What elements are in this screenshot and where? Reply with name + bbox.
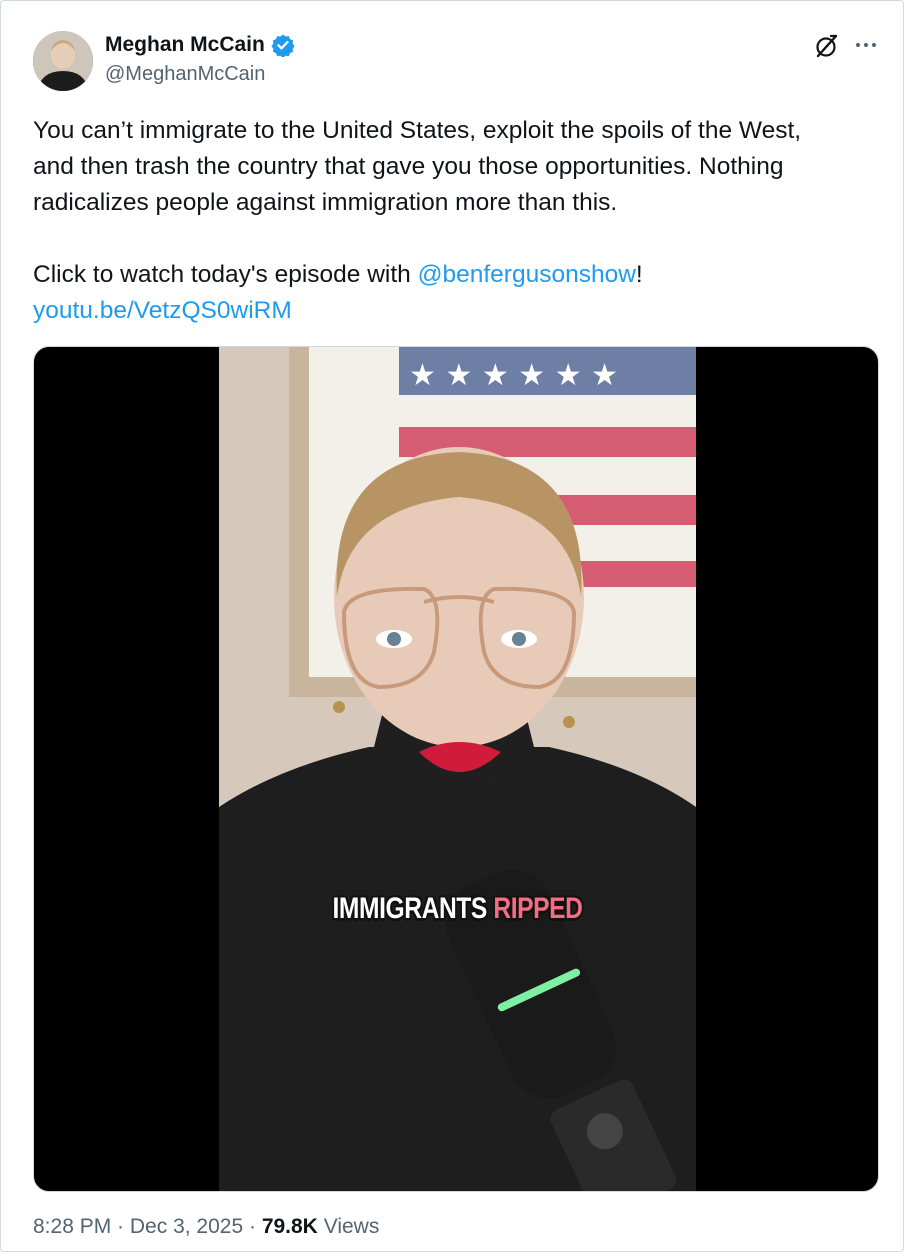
grok-icon[interactable]	[815, 33, 839, 59]
tweet-date[interactable]: Dec 3, 2025	[130, 1215, 243, 1238]
cta-prefix: Click to watch today's episode with	[33, 261, 418, 288]
svg-text:★ ★ ★ ★ ★ ★: ★ ★ ★ ★ ★ ★	[409, 358, 618, 393]
more-options-icon[interactable]	[853, 33, 879, 59]
meta-separator: ·	[111, 1215, 130, 1238]
video-player[interactable]: ★ ★ ★ ★ ★ ★ IMMIGRANTS RIPPED	[33, 346, 879, 1192]
tweet-time[interactable]: 8:28 PM	[33, 1215, 111, 1238]
views-count: 79.8K	[261, 1215, 318, 1238]
video-caption: IMMIGRANTS RIPPED	[262, 892, 653, 926]
tweet-text-line-2: and then trash the country that gave you…	[33, 153, 784, 180]
tweet-text: You can’t immigrate to the United States…	[33, 113, 883, 329]
tweet-text-line-1: You can’t immigrate to the United States…	[33, 117, 802, 144]
handle[interactable]: @MeghanMcCain	[105, 63, 265, 86]
verified-badge-icon	[271, 33, 295, 58]
meta-separator: ·	[243, 1215, 262, 1238]
avatar[interactable]	[33, 31, 93, 91]
tweet-card: Meghan McCain @MeghanMcCain You can’t im…	[0, 0, 904, 1252]
mention-link[interactable]: @benfergusonshow	[418, 261, 636, 288]
cta-suffix: !	[635, 261, 643, 288]
caption-accent: RIPPED	[493, 892, 583, 925]
tweet-meta: 8:28 PM · Dec 3, 2025 · 79.8K Views	[33, 1215, 379, 1239]
views-label: Views	[317, 1215, 380, 1238]
caption-white: IMMIGRANTS	[332, 892, 494, 925]
video-frame[interactable]: ★ ★ ★ ★ ★ ★ IMMIGRANTS RIPPED	[219, 347, 696, 1191]
display-name-text[interactable]: Meghan McCain	[105, 33, 265, 57]
tweet-text-line-3: radicalizes people against immigration m…	[33, 189, 618, 216]
display-name[interactable]: Meghan McCain	[105, 33, 295, 58]
youtube-link[interactable]: youtu.be/VetzQS0wiRM	[33, 297, 292, 324]
video-still: ★ ★ ★ ★ ★ ★	[219, 347, 696, 1191]
